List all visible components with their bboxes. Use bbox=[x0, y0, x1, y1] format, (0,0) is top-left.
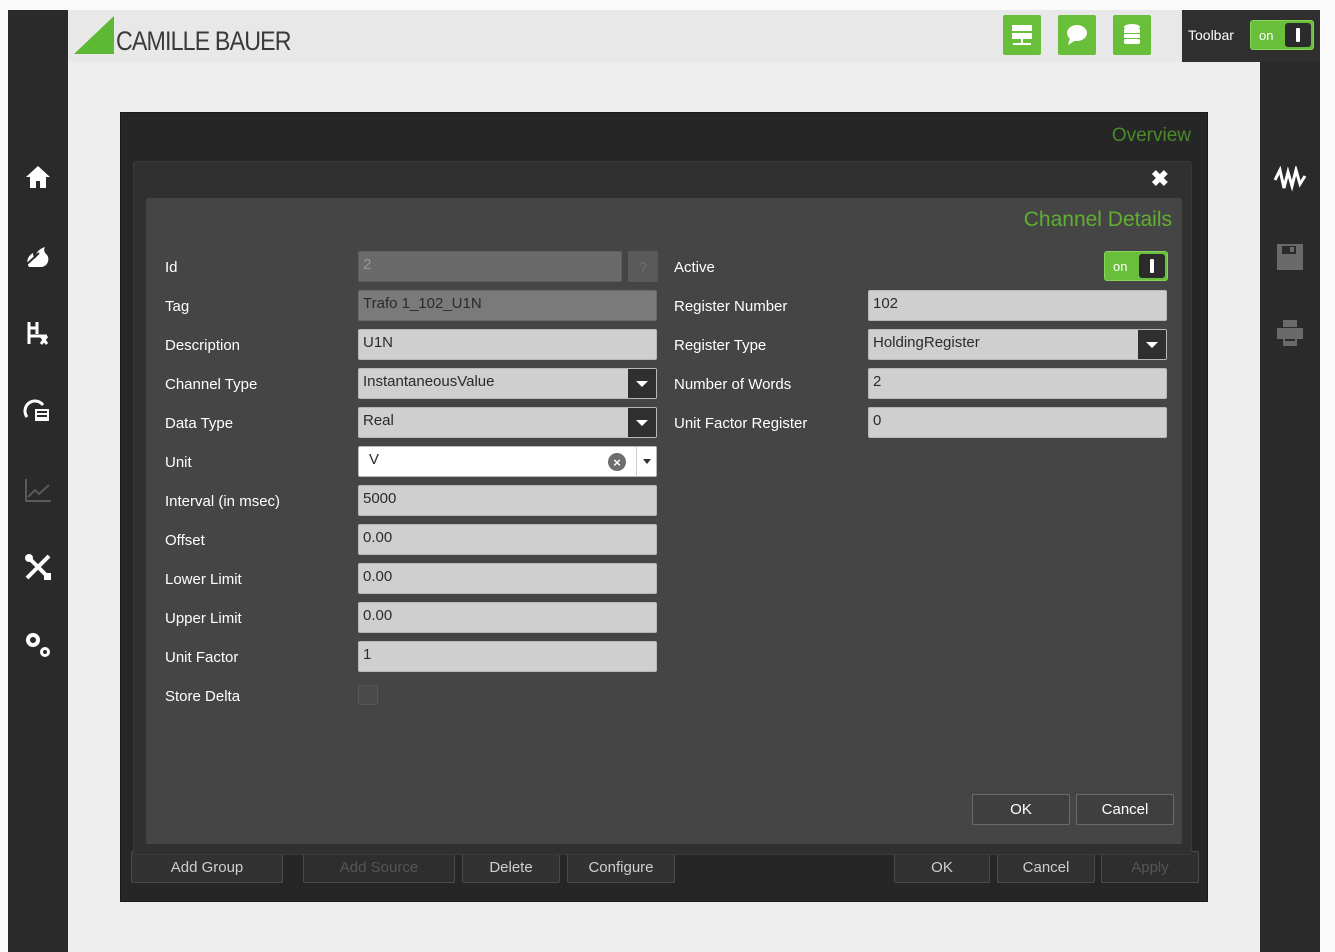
store-delta-checkbox[interactable] bbox=[358, 685, 378, 705]
chevron-down-icon bbox=[1138, 330, 1166, 359]
switchgear-icon[interactable] bbox=[8, 308, 68, 358]
data-type-select[interactable]: Real bbox=[358, 407, 657, 438]
unit-factor-field[interactable]: 1 bbox=[358, 641, 657, 672]
offset-field[interactable]: 0.00 bbox=[358, 524, 657, 555]
tools-icon[interactable] bbox=[8, 542, 68, 592]
toolbar-toggle-area: Toolbar on bbox=[1182, 10, 1320, 62]
store-delta-label: Store Delta bbox=[165, 688, 241, 705]
id-field: 2 bbox=[358, 251, 622, 282]
delete-button[interactable]: Delete bbox=[462, 851, 560, 883]
toggle-knob bbox=[1139, 254, 1165, 278]
toolbar-toggle[interactable]: on bbox=[1250, 20, 1314, 50]
upper-limit-field[interactable]: 0.00 bbox=[358, 602, 657, 633]
dialog-body: Channel Details Id 2 ? Tag Trafo 1_102_U… bbox=[146, 198, 1182, 844]
chat-button[interactable] bbox=[1058, 15, 1096, 55]
data-type-value: Real bbox=[363, 412, 394, 429]
dialog-ok-button[interactable]: OK bbox=[972, 794, 1070, 825]
active-toggle[interactable]: on bbox=[1104, 251, 1168, 281]
database-button[interactable] bbox=[1113, 15, 1151, 55]
active-toggle-text: on bbox=[1113, 259, 1128, 274]
home-icon[interactable] bbox=[8, 152, 68, 202]
panel-ok-button[interactable]: OK bbox=[894, 851, 990, 883]
dialog-title: Channel Details bbox=[1023, 208, 1172, 231]
chevron-down-icon bbox=[628, 408, 656, 437]
network-button[interactable] bbox=[1003, 15, 1041, 55]
header-bar: CAMILLE BAUER bbox=[68, 10, 1182, 62]
channel-type-value: InstantaneousValue bbox=[363, 373, 495, 390]
add-group-button[interactable]: Add Group bbox=[131, 851, 283, 883]
chart-icon[interactable] bbox=[8, 465, 68, 515]
register-number-label: Register Number bbox=[674, 298, 788, 315]
panel-cancel-button[interactable]: Cancel bbox=[997, 851, 1095, 883]
add-source-button[interactable]: Add Source bbox=[303, 851, 455, 883]
unit-factor-register-label: Unit Factor Register bbox=[674, 415, 808, 432]
dialog-cancel-button[interactable]: Cancel bbox=[1076, 794, 1174, 825]
chevron-down-icon[interactable] bbox=[636, 447, 656, 476]
brand-name: CAMILLE BAUER bbox=[116, 26, 292, 56]
toggle-knob bbox=[1285, 23, 1311, 47]
print-icon[interactable] bbox=[1260, 308, 1320, 358]
tag-label: Tag bbox=[165, 298, 190, 315]
right-sidebar bbox=[1260, 62, 1320, 952]
channel-details-dialog: ✖ Channel Details Id 2 ? Tag Trafo 1_102… bbox=[133, 161, 1192, 855]
register-number-field[interactable]: 102 bbox=[868, 290, 1167, 321]
unit-factor-register-field[interactable]: 0 bbox=[868, 407, 1167, 438]
channel-type-label: Channel Type bbox=[165, 376, 258, 393]
chat-icon bbox=[1067, 25, 1087, 45]
interval-field[interactable]: 5000 bbox=[358, 485, 657, 516]
meter-icon[interactable] bbox=[8, 386, 68, 436]
apply-button[interactable]: Apply bbox=[1101, 851, 1199, 883]
toolbar-toggle-text: on bbox=[1259, 28, 1274, 43]
unit-label: Unit bbox=[165, 454, 192, 471]
unit-factor-label: Unit Factor bbox=[165, 649, 239, 666]
register-type-select[interactable]: HoldingRegister bbox=[868, 329, 1167, 360]
interval-label: Interval (in msec) bbox=[165, 493, 281, 510]
description-label: Description bbox=[165, 337, 241, 354]
id-help-button[interactable]: ? bbox=[628, 251, 658, 282]
unit-value: V bbox=[369, 451, 380, 468]
description-field[interactable]: U1N bbox=[358, 329, 657, 360]
network-icon bbox=[1012, 25, 1032, 45]
logo-mark bbox=[74, 16, 114, 54]
number-of-words-field[interactable]: 2 bbox=[868, 368, 1167, 399]
active-label: Active bbox=[674, 259, 715, 276]
lower-limit-field[interactable]: 0.00 bbox=[358, 563, 657, 594]
unit-combobox[interactable]: V × bbox=[358, 446, 657, 477]
channel-type-select[interactable]: InstantaneousValue bbox=[358, 368, 657, 399]
lower-limit-label: Lower Limit bbox=[165, 571, 242, 588]
register-type-value: HoldingRegister bbox=[873, 334, 980, 351]
data-type-label: Data Type bbox=[165, 415, 234, 432]
clear-icon[interactable]: × bbox=[608, 453, 626, 471]
register-type-label: Register Type bbox=[674, 337, 767, 354]
panel-button-bar: Add Group Add Source Delete Configure OK… bbox=[121, 851, 1209, 885]
number-of-words-label: Number of Words bbox=[674, 376, 792, 393]
overview-title: Overview bbox=[1111, 125, 1191, 146]
offset-label: Offset bbox=[165, 532, 205, 549]
toolbar-label: Toolbar bbox=[1188, 27, 1234, 43]
chevron-down-icon bbox=[628, 369, 656, 398]
tag-field: Trafo 1_102_U1N bbox=[358, 290, 657, 321]
database-icon bbox=[1124, 24, 1140, 44]
upper-limit-label: Upper Limit bbox=[165, 610, 242, 627]
waveform-icon[interactable] bbox=[1260, 154, 1320, 204]
settings-icon[interactable] bbox=[8, 620, 68, 670]
left-sidebar bbox=[8, 10, 68, 952]
id-label: Id bbox=[165, 259, 178, 276]
app-window: CAMILLE BAUER Toolbar on Overview Add Gr… bbox=[0, 0, 1335, 952]
fire-icon[interactable] bbox=[8, 232, 68, 282]
close-icon[interactable]: ✖ bbox=[1151, 166, 1169, 192]
configure-button[interactable]: Configure bbox=[567, 851, 675, 883]
save-icon[interactable] bbox=[1260, 232, 1320, 282]
